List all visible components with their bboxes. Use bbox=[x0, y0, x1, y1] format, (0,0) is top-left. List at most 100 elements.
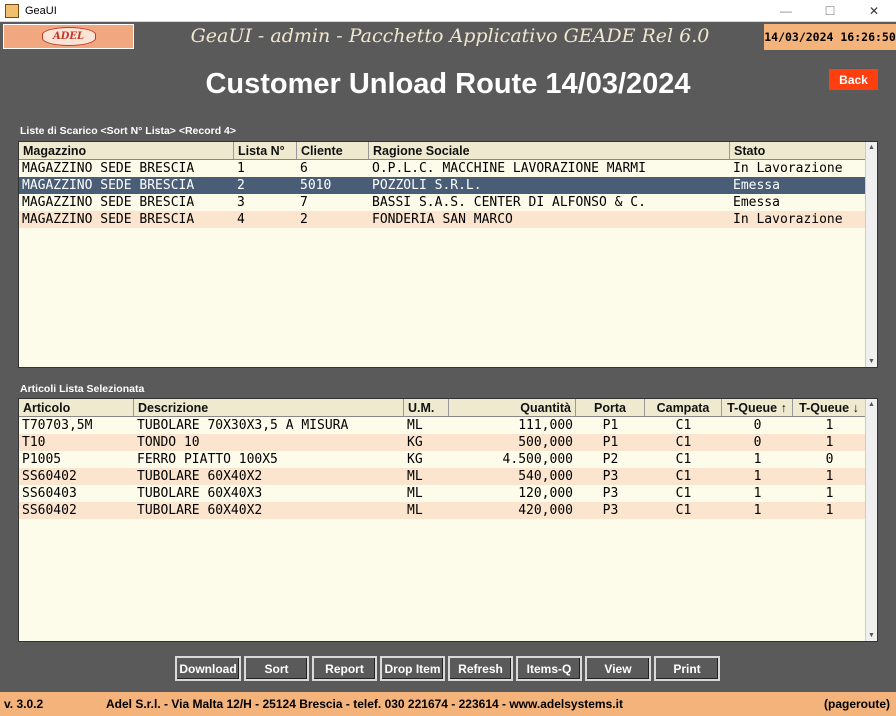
scroll-up-icon[interactable]: ▲ bbox=[866, 399, 877, 410]
lists-table-row[interactable]: MAGAZZINO SEDE BRESCIA 4 2 FONDERIA SAN MAR… bbox=[19, 211, 877, 228]
app-header: ADEL GeaUI - admin - Pacchetto Applicati… bbox=[0, 22, 896, 51]
items-column-header[interactable]: Campata bbox=[645, 399, 722, 416]
lists-column-header[interactable]: Lista N° bbox=[234, 142, 297, 159]
items-section-label: Articoli Lista Selezionata bbox=[20, 383, 145, 395]
items-table-cell: P1005 bbox=[22, 452, 62, 467]
sort-button[interactable]: Sort bbox=[244, 656, 309, 681]
items-table-cell: 120,000 bbox=[518, 486, 573, 501]
items-table-cell: 1 bbox=[825, 503, 834, 518]
items-table-row[interactable]: T70703,5M TUBOLARE 70X30X3,5 A MISURA ML 11… bbox=[19, 417, 877, 434]
items-table-cell: P1 bbox=[602, 435, 619, 450]
items-table-cell: FERRO PIATTO 100X5 bbox=[137, 452, 278, 467]
items-column-header[interactable]: Articolo bbox=[19, 399, 134, 416]
items-table-cell: TONDO 10 bbox=[137, 435, 200, 450]
items-table-cell: SS60402 bbox=[22, 503, 77, 518]
items-table-cell: C1 bbox=[675, 435, 692, 450]
items-column-header[interactable]: Quantità bbox=[449, 399, 576, 416]
items-table-cell: C1 bbox=[675, 418, 692, 433]
lists-column-header[interactable]: Stato bbox=[730, 142, 866, 159]
drop-item-button[interactable]: Drop Item bbox=[380, 656, 445, 681]
items-table-cell: 500,000 bbox=[518, 435, 573, 450]
items-column-header[interactable]: T-Queue ↑ bbox=[722, 399, 793, 416]
items-table-cell: 1 bbox=[825, 418, 834, 433]
lists-table-row[interactable]: MAGAZZINO SEDE BRESCIA 2 5010 POZZOLI S.R.L… bbox=[19, 177, 877, 194]
app-header-title: GeaUI - admin - Pacchetto Applicativo GE… bbox=[190, 25, 710, 47]
lists-table-cell: O.P.L.C. MACCHINE LAVORAZIONE MARMI bbox=[372, 161, 646, 176]
lists-column-header[interactable]: Ragione Sociale bbox=[369, 142, 730, 159]
app-icon bbox=[5, 3, 19, 18]
items-table-cell: P2 bbox=[602, 452, 619, 467]
items-table-row[interactable]: T10 TONDO 10 KG 500,000 P1 C1 0 1 bbox=[19, 434, 877, 451]
lists-table-cell: 7 bbox=[300, 195, 308, 210]
items-table-cell: ML bbox=[407, 486, 423, 501]
print-button[interactable]: Print bbox=[654, 656, 720, 681]
back-button[interactable]: Back bbox=[829, 69, 878, 90]
lists-table-row[interactable]: MAGAZZINO SEDE BRESCIA 3 7 BASSI S.A.S. CEN… bbox=[19, 194, 877, 211]
page-title: Customer Unload Route 14/03/2024 bbox=[205, 68, 691, 100]
items-table-cell: SS60402 bbox=[22, 469, 77, 484]
items-table-row[interactable]: P1005 FERRO PIATTO 100X5 KG 4.500,000 P2 C1 1 0 bbox=[19, 451, 877, 468]
scroll-down-icon[interactable]: ▼ bbox=[866, 630, 877, 641]
lists-column-header[interactable]: Magazzino bbox=[19, 142, 234, 159]
items-table-cell: 4.500,000 bbox=[502, 452, 573, 467]
items-table-cell: 0 bbox=[753, 418, 762, 433]
items-table-cell: 1 bbox=[825, 469, 834, 484]
items-table-cell: SS60403 bbox=[22, 486, 77, 501]
lists-table-cell: Emessa bbox=[733, 195, 780, 210]
items-scrollbar[interactable]: ▲ ▼ bbox=[865, 399, 877, 641]
lists-grid-header: Magazzino Lista N° Cliente Ragione Sociale S… bbox=[19, 142, 877, 160]
items-column-header[interactable]: T-Queue ↓ bbox=[793, 399, 866, 416]
lists-section-label: Liste di Scarico <Sort N° Lista> <Record… bbox=[20, 125, 237, 137]
view-button[interactable]: View bbox=[585, 656, 651, 681]
download-button[interactable]: Download bbox=[175, 656, 241, 681]
items-table-cell: T70703,5M bbox=[22, 418, 93, 433]
action-button-bar: Download Sort Report Drop Item Refresh Items-… bbox=[175, 656, 720, 681]
items-table-cell: ML bbox=[407, 418, 423, 433]
items-table-cell: P1 bbox=[602, 418, 619, 433]
items-column-header[interactable]: Porta bbox=[576, 399, 645, 416]
items-grid[interactable]: Articolo Descrizione U.M. Quantità Porta Camp… bbox=[18, 398, 878, 642]
items-table-cell: 420,000 bbox=[518, 503, 573, 518]
app-version: v. 3.0.2 bbox=[4, 697, 44, 711]
scroll-down-icon[interactable]: ▼ bbox=[866, 356, 877, 367]
lists-table-row[interactable]: MAGAZZINO SEDE BRESCIA 1 6 O.P.L.C. MACCHIN… bbox=[19, 160, 877, 177]
lists-table-cell: In Lavorazione bbox=[733, 212, 843, 227]
items-table-cell: TUBOLARE 60X40X3 bbox=[137, 486, 263, 501]
items-table-cell: 1 bbox=[753, 503, 762, 518]
lists-table-cell: 4 bbox=[237, 212, 245, 227]
items-table-cell: 1 bbox=[753, 486, 762, 501]
refresh-button[interactable]: Refresh bbox=[448, 656, 513, 681]
maximize-icon[interactable]: ☐ bbox=[808, 0, 852, 22]
lists-table-cell: 5010 bbox=[300, 178, 332, 193]
lists-table-cell: POZZOLI S.R.L. bbox=[372, 178, 482, 193]
lists-scrollbar[interactable]: ▲ ▼ bbox=[865, 142, 877, 367]
lists-grid[interactable]: Magazzino Lista N° Cliente Ragione Sociale S… bbox=[18, 141, 878, 368]
lists-table-cell: MAGAZZINO SEDE BRESCIA bbox=[22, 212, 195, 227]
items-table-cell: 1 bbox=[825, 435, 834, 450]
items-table-cell: 0 bbox=[753, 435, 762, 450]
lists-table-cell: MAGAZZINO SEDE BRESCIA bbox=[22, 195, 195, 210]
items-table-cell: C1 bbox=[675, 486, 692, 501]
items-column-header[interactable]: U.M. bbox=[404, 399, 449, 416]
lists-table-cell: 2 bbox=[300, 212, 308, 227]
items-table-cell: 1 bbox=[825, 486, 834, 501]
items-table-row[interactable]: SS60402 TUBOLARE 60X40X2 ML 540,000 P3 C1 1 1 bbox=[19, 468, 877, 485]
window-controls: — ☐ ✕ bbox=[764, 0, 896, 22]
items-table-cell: TUBOLARE 70X30X3,5 A MISURA bbox=[137, 418, 349, 433]
items-grid-header: Articolo Descrizione U.M. Quantità Porta Camp… bbox=[19, 399, 877, 417]
items-column-header[interactable]: Descrizione bbox=[134, 399, 404, 416]
items-table-cell: P3 bbox=[602, 486, 619, 501]
items-table-row[interactable]: SS60402 TUBOLARE 60X40X2 ML 420,000 P3 C1 1 1 bbox=[19, 502, 877, 519]
items-q-button[interactable]: Items-Q bbox=[516, 656, 582, 681]
lists-table-cell: FONDERIA SAN MARCO bbox=[372, 212, 513, 227]
footer: v. 3.0.2 Adel S.r.l. - Via Malta 12/H - … bbox=[0, 692, 896, 716]
close-icon[interactable]: ✕ bbox=[852, 0, 896, 22]
items-table-cell: T10 bbox=[22, 435, 46, 450]
minimize-icon[interactable]: — bbox=[764, 0, 808, 22]
scroll-up-icon[interactable]: ▲ bbox=[866, 142, 877, 153]
items-table-row[interactable]: SS60403 TUBOLARE 60X40X3 ML 120,000 P3 C1 1 1 bbox=[19, 485, 877, 502]
lists-table-cell: MAGAZZINO SEDE BRESCIA bbox=[22, 178, 195, 193]
lists-column-header[interactable]: Cliente bbox=[297, 142, 369, 159]
lists-table-cell: MAGAZZINO SEDE BRESCIA bbox=[22, 161, 195, 176]
report-button[interactable]: Report bbox=[312, 656, 377, 681]
